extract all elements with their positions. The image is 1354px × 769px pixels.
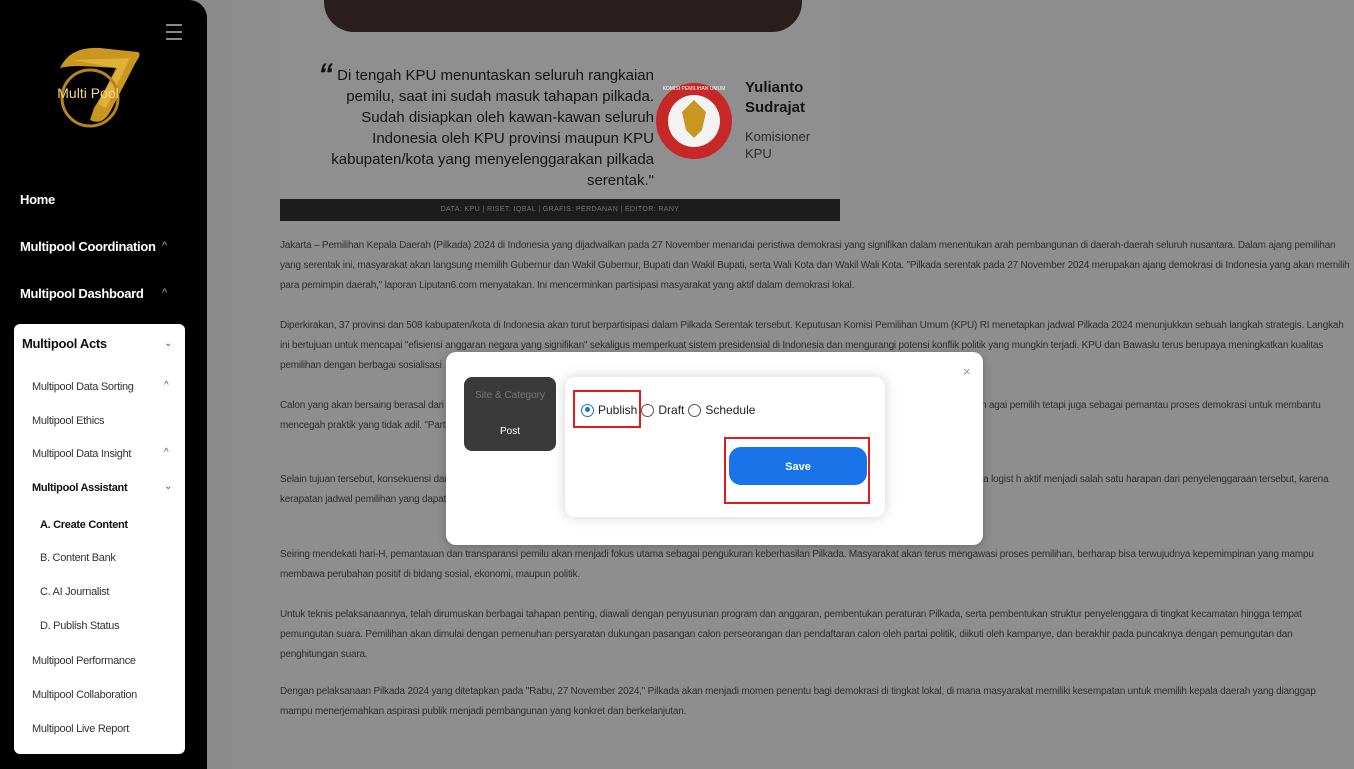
emblem-text: KOMISI PEMILIHAN UMUM: [663, 86, 726, 92]
chevron-down-icon[interactable]: ⌄: [164, 338, 172, 349]
article-paragraph: Untuk teknis pelaksanaannya, telah dirum…: [280, 609, 1302, 660]
chevron-up-icon[interactable]: ^: [164, 380, 169, 391]
schedule-radio[interactable]: [688, 403, 702, 417]
close-icon[interactable]: ×: [963, 364, 971, 379]
publish-modal: × Site & Category Post Publish Draft Sch…: [446, 352, 983, 545]
draft-radio[interactable]: [641, 403, 655, 417]
sidebar: Multi Pool Home Multipool Coordination ^…: [0, 0, 207, 769]
nav-multipool-collaboration[interactable]: Multipool Collaboration: [32, 689, 137, 701]
tab-post[interactable]: Post: [464, 426, 556, 437]
schedule-label[interactable]: Schedule: [705, 403, 755, 417]
nav-multipool-assistant[interactable]: Multipool Assistant: [32, 482, 128, 494]
nav-multipool-dashboard[interactable]: Multipool Dashboard: [20, 286, 144, 301]
chevron-down-icon[interactable]: ⌄: [164, 481, 172, 492]
modal-tab-panel: Site & Category Post: [464, 377, 556, 451]
nav-home[interactable]: Home: [20, 192, 55, 207]
nav-multipool-live-report[interactable]: Multipool Live Report: [32, 723, 129, 735]
chevron-up-icon[interactable]: ^: [162, 287, 167, 299]
nav-publish-status[interactable]: D. Publish Status: [40, 620, 120, 632]
multipool-acts-panel: Multipool Acts ⌄ Multipool Data Sorting …: [14, 324, 185, 754]
quote-mark-icon: “: [318, 58, 334, 91]
person-role: Komisioner KPU: [745, 129, 811, 161]
kpu-emblem-icon: KOMISI PEMILIHAN UMUM: [654, 66, 734, 176]
article-infographic: “Di tengah KPU menuntaskan seluruh rangk…: [280, 0, 840, 222]
nav-ai-journalist[interactable]: C. AI Journalist: [40, 586, 109, 598]
person-name: Yulianto Sudrajat: [745, 79, 806, 116]
nav-multipool-ethics[interactable]: Multipool Ethics: [32, 415, 105, 427]
nav-multipool-data-insight[interactable]: Multipool Data Insight: [32, 448, 131, 460]
nav-create-content[interactable]: A. Create Content: [40, 519, 128, 531]
publish-highlight-box: [573, 390, 641, 428]
multipool-logo[interactable]: Multi Pool: [50, 38, 148, 136]
chevron-up-icon[interactable]: ^: [164, 447, 169, 458]
nav-multipool-performance[interactable]: Multipool Performance: [32, 655, 136, 667]
article-paragraph: Seiring mendekati hari-H, pemantauan dan…: [280, 549, 1314, 580]
infographic-quote: “Di tengah KPU menuntaskan seluruh rangk…: [314, 60, 654, 191]
quote-text: Di tengah KPU menuntaskan seluruh rangka…: [331, 67, 654, 189]
draft-label[interactable]: Draft: [658, 403, 684, 417]
infographic-header-shape: [324, 0, 802, 32]
tab-site-category[interactable]: Site & Category: [464, 390, 556, 401]
hamburger-menu-icon[interactable]: [166, 24, 182, 45]
logo-text: Multi Pool: [57, 85, 118, 101]
article-paragraph: Dengan pelaksanaan Pilkada 2024 yang dit…: [280, 686, 1316, 717]
nav-content-bank[interactable]: B. Content Bank: [40, 552, 116, 564]
nav-multipool-acts[interactable]: Multipool Acts: [22, 336, 107, 351]
save-button[interactable]: Save: [729, 447, 867, 485]
infographic-credits: DATA: KPU | RISET: IQBAL | GRAFIS: PERDA…: [280, 199, 840, 221]
nav-multipool-coordination[interactable]: Multipool Coordination: [20, 239, 156, 254]
chevron-up-icon[interactable]: ^: [162, 240, 167, 252]
article-paragraph: Jakarta – Pemilihan Kepala Daerah (Pilka…: [280, 240, 1350, 291]
nav-multipool-data-sorting[interactable]: Multipool Data Sorting: [32, 381, 134, 393]
